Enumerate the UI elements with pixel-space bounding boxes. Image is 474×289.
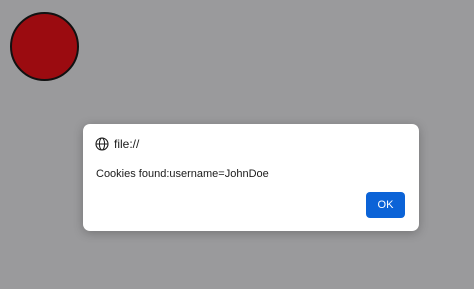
dialog-header: file:// — [95, 136, 139, 152]
dialog-message: Cookies found:username=JohnDoe — [96, 168, 269, 180]
ok-button[interactable]: OK — [366, 192, 405, 218]
red-circle-shape — [10, 12, 79, 81]
alert-dialog: file:// Cookies found:username=JohnDoe O… — [83, 124, 419, 231]
globe-icon — [95, 137, 109, 151]
dialog-origin: file:// — [114, 137, 140, 151]
